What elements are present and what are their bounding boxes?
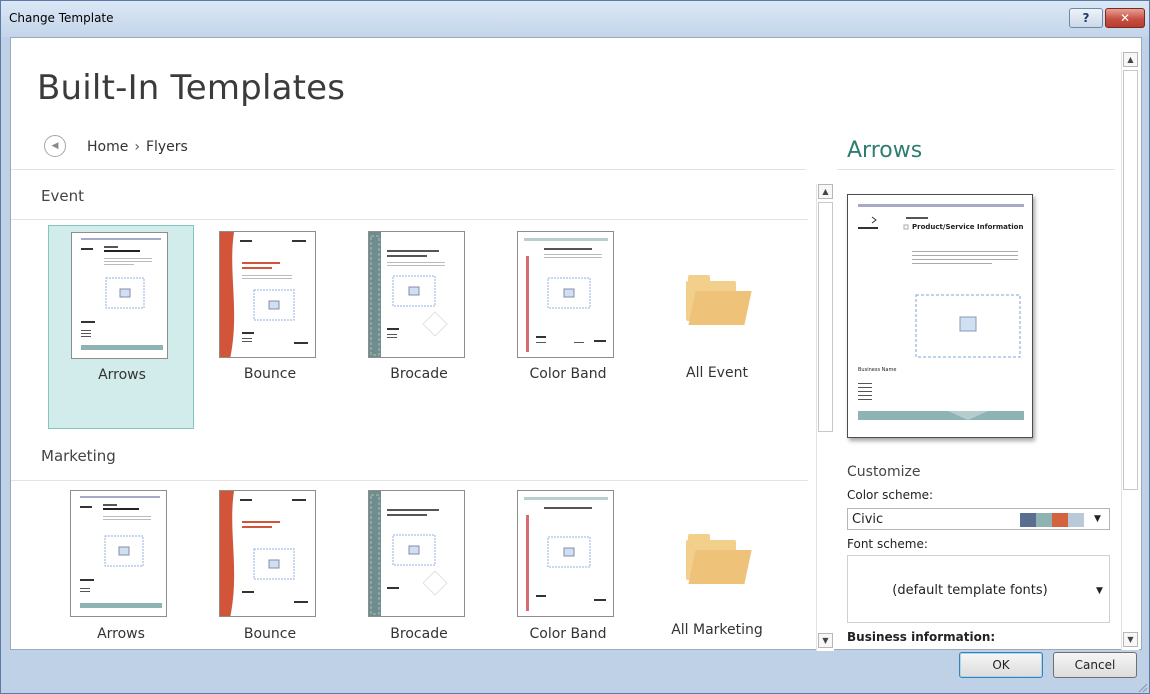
cancel-button[interactable]: Cancel — [1053, 652, 1137, 678]
folder-label: All Event — [686, 365, 748, 381]
template-preview: Product/Service Information Business Nam… — [847, 194, 1033, 438]
panel-scroll-thumb[interactable] — [1123, 70, 1138, 490]
chevron-down-icon: ▼ — [1096, 586, 1103, 596]
customize-heading: Customize — [847, 464, 921, 480]
section-divider — [11, 480, 808, 481]
template-label: Bounce — [243, 366, 297, 382]
template-label: Color Band — [529, 626, 607, 642]
template-thumbnail — [368, 231, 465, 358]
change-template-dialog: Change Template ? ✕ Built-In Templates ◀… — [0, 0, 1150, 694]
template-thumbnail — [71, 232, 168, 359]
resize-grip-icon[interactable] — [1136, 681, 1148, 693]
all-marketing-folder[interactable]: All Marketing — [644, 486, 790, 651]
gallery-scrollbar[interactable]: ▲ ▼ — [816, 184, 834, 651]
title-bar: Change Template ? ✕ — [1, 1, 1149, 37]
business-information-label: Business information: — [847, 630, 996, 644]
scroll-down-arrow-icon[interactable]: ▼ — [818, 633, 833, 648]
folder-label: All Marketing — [671, 622, 763, 638]
template-label: Arrows — [98, 367, 146, 383]
preview-business-name: Business Name — [858, 367, 896, 373]
template-thumbnail — [517, 490, 614, 617]
template-label: Arrows — [97, 626, 145, 642]
template-thumbnail — [219, 231, 316, 358]
font-scheme-dropdown[interactable]: (default template fonts) ▼ — [847, 555, 1110, 623]
breadcrumb-flyers: Flyers — [145, 139, 188, 155]
preview-heading: Product/Service Information — [912, 223, 1023, 231]
template-label: Bounce — [243, 626, 297, 642]
scroll-down-arrow-icon[interactable]: ▼ — [1123, 632, 1138, 647]
template-thumbnail — [517, 231, 614, 358]
color-swatch — [1020, 513, 1036, 527]
font-scheme-label: Font scheme: — [847, 537, 928, 551]
section-divider — [11, 219, 808, 220]
preview-art: Product/Service Information Business Nam… — [858, 204, 1024, 420]
close-button[interactable]: ✕ — [1105, 8, 1145, 28]
preview-divider — [837, 169, 1115, 170]
bounce-thumbnail-art — [220, 491, 308, 616]
color-band-thumbnail-art — [524, 238, 608, 352]
arrows-thumbnail-art — [80, 496, 162, 608]
breadcrumb-home[interactable]: Home — [87, 139, 128, 155]
template-tile-brocade[interactable]: Brocade — [346, 486, 492, 651]
folder-icon — [686, 273, 752, 325]
color-scheme-label: Color scheme: — [847, 488, 934, 502]
all-event-folder[interactable]: All Event — [644, 225, 790, 429]
breadcrumb: Home › Flyers — [87, 139, 188, 155]
section-label-event: Event — [41, 187, 84, 205]
template-tile-bounce[interactable]: Bounce — [197, 225, 343, 429]
brocade-thumbnail-art — [369, 232, 448, 357]
template-label: Brocade — [390, 366, 448, 382]
panel-scrollbar[interactable]: ▲ ▼ — [1121, 52, 1139, 650]
brocade-thumbnail-art — [369, 491, 448, 616]
section-label-marketing: Marketing — [41, 447, 116, 465]
template-thumbnail — [70, 490, 167, 617]
color-swatch — [1036, 513, 1052, 527]
template-tile-color-band[interactable]: Color Band — [495, 225, 641, 429]
scroll-up-arrow-icon[interactable]: ▲ — [818, 184, 833, 199]
dialog-body: Built-In Templates ◀ Home › Flyers Event — [10, 37, 1142, 651]
scroll-up-arrow-icon[interactable]: ▲ — [1123, 52, 1138, 67]
template-thumbnail — [368, 490, 465, 617]
template-label: Color Band — [529, 366, 607, 382]
bounce-thumbnail-art — [220, 232, 308, 357]
color-swatch — [1052, 513, 1068, 527]
preview-title: Arrows — [847, 138, 923, 163]
window-title: Change Template — [9, 11, 114, 25]
template-tile-color-band[interactable]: Color Band — [495, 486, 641, 651]
ok-button[interactable]: OK — [959, 652, 1043, 678]
color-band-thumbnail-art — [524, 497, 608, 611]
template-tile-arrows[interactable]: Arrows — [48, 486, 194, 651]
back-arrow-icon[interactable]: ◀ — [44, 135, 66, 157]
template-tile-brocade[interactable]: Brocade — [346, 225, 492, 429]
template-label: Brocade — [390, 626, 448, 642]
font-scheme-value: (default template fonts) — [892, 583, 1048, 598]
template-tile-arrows[interactable]: Arrows — [48, 225, 194, 429]
page-title: Built-In Templates — [37, 68, 346, 108]
chevron-down-icon: ▼ — [1094, 514, 1101, 524]
template-tile-bounce[interactable]: Bounce — [197, 486, 343, 651]
template-thumbnail — [219, 490, 316, 617]
color-scheme-dropdown[interactable]: Civic ▼ — [847, 508, 1110, 530]
template-gallery: Event Arrows Bounce Brocade Color Band A… — [11, 170, 808, 651]
folder-icon — [686, 532, 752, 584]
breadcrumb-separator: › — [134, 139, 140, 155]
color-scheme-value: Civic — [852, 512, 884, 527]
color-swatch — [1068, 513, 1084, 527]
help-button[interactable]: ? — [1069, 8, 1103, 28]
gallery-scroll-thumb[interactable] — [818, 202, 833, 432]
arrows-thumbnail-art — [81, 238, 163, 350]
